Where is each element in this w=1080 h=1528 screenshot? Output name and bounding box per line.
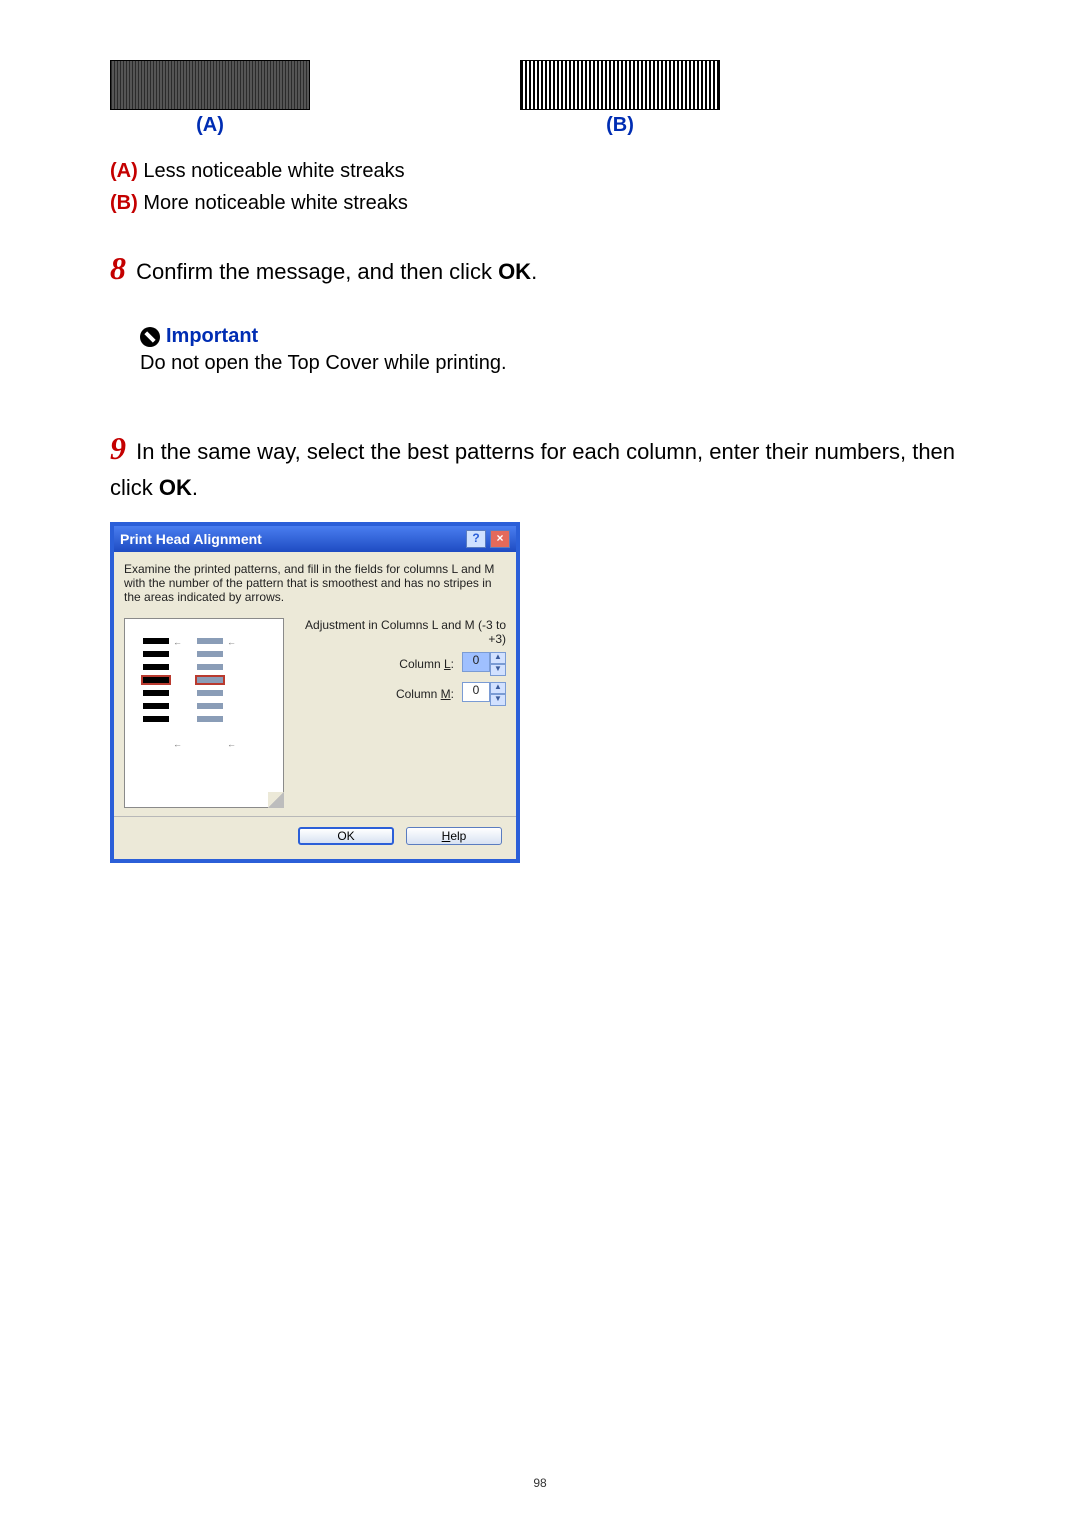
legend-b: (B) More noticeable white streaks bbox=[110, 187, 970, 219]
page-number: 98 bbox=[0, 1476, 1080, 1490]
column-l-spinner[interactable]: 0 ▲ ▼ bbox=[462, 652, 506, 676]
page-curl-icon bbox=[268, 792, 284, 808]
column-l-row: Column L: 0 ▲ ▼ bbox=[300, 652, 506, 676]
step-9-bold: OK bbox=[159, 475, 192, 500]
important-callout: Important Do not open the Top Cover whil… bbox=[140, 325, 970, 375]
pattern-a-label: (A) bbox=[196, 114, 224, 137]
column-m-spin-up[interactable]: ▲ bbox=[490, 682, 506, 694]
legend-b-text: More noticeable white streaks bbox=[138, 192, 408, 214]
dialog-body: Examine the printed patterns, and fill i… bbox=[114, 552, 516, 816]
pattern-b-image bbox=[520, 60, 720, 110]
print-head-alignment-dialog: Print Head Alignment ? × Examine the pri… bbox=[110, 522, 520, 863]
column-m-spinner[interactable]: 0 ▲ ▼ bbox=[462, 682, 506, 706]
pattern-a-image bbox=[110, 60, 310, 110]
arrow-icon: ← bbox=[173, 739, 182, 749]
dialog-help-icon[interactable]: ? bbox=[466, 530, 486, 548]
pattern-b-column: (B) bbox=[520, 60, 720, 137]
column-m-value[interactable]: 0 bbox=[462, 682, 490, 702]
step-8-bold: OK bbox=[498, 259, 531, 284]
legend-b-key: (B) bbox=[110, 192, 138, 214]
adjustment-range-label: Adjustment in Columns L and M (-3 to +3) bbox=[300, 618, 506, 646]
arrow-icon: ← bbox=[173, 637, 182, 647]
column-l-spin-up[interactable]: ▲ bbox=[490, 652, 506, 664]
dialog-footer: OK Help bbox=[114, 816, 516, 859]
arrow-icon: ← bbox=[227, 637, 236, 647]
legend-a-key: (A) bbox=[110, 160, 138, 182]
step-9-number: 9 bbox=[110, 430, 126, 466]
pattern-a-column: (A) bbox=[110, 60, 310, 137]
pattern-comparison: (A) (B) bbox=[110, 60, 970, 137]
step-9-text-post: . bbox=[192, 475, 198, 500]
column-l-spin-down[interactable]: ▼ bbox=[490, 664, 506, 676]
column-l-value[interactable]: 0 bbox=[462, 652, 490, 672]
dialog-instruction: Examine the printed patterns, and fill i… bbox=[124, 562, 506, 604]
step-8: 8 Confirm the message, and then click OK… bbox=[110, 245, 970, 291]
legend-a: (A) Less noticeable white streaks bbox=[110, 155, 970, 187]
important-heading-text: Important bbox=[166, 325, 258, 348]
arrow-icon: ← bbox=[227, 739, 236, 749]
pattern-b-label: (B) bbox=[606, 114, 634, 137]
step-9-text-pre: In the same way, select the best pattern… bbox=[110, 439, 955, 499]
document-page: (A) (B) (A) Less noticeable white streak… bbox=[0, 0, 1080, 1528]
column-m-row: Column M: 0 ▲ ▼ bbox=[300, 682, 506, 706]
prohibition-icon bbox=[140, 327, 160, 347]
dialog-title-text: Print Head Alignment bbox=[120, 531, 262, 547]
column-l-label: Column L: bbox=[399, 657, 454, 671]
important-body: Do not open the Top Cover while printing… bbox=[140, 352, 970, 375]
column-m-spin-down[interactable]: ▼ bbox=[490, 694, 506, 706]
step-9: 9 In the same way, select the best patte… bbox=[110, 425, 970, 503]
step-8-text-post: . bbox=[531, 259, 537, 284]
step-8-text-pre: Confirm the message, and then click bbox=[130, 259, 498, 284]
pattern-preview-pane: ← ← ← ← bbox=[124, 618, 284, 808]
adjustment-pane: Adjustment in Columns L and M (-3 to +3)… bbox=[300, 618, 506, 808]
dialog-titlebar: Print Head Alignment ? × bbox=[114, 526, 516, 552]
legend-a-text: Less noticeable white streaks bbox=[138, 160, 405, 182]
dialog-close-icon[interactable]: × bbox=[490, 530, 510, 548]
help-button[interactable]: Help bbox=[406, 827, 502, 845]
column-m-label: Column M: bbox=[396, 687, 454, 701]
important-heading: Important bbox=[140, 325, 970, 348]
step-8-number: 8 bbox=[110, 250, 126, 286]
ok-button[interactable]: OK bbox=[298, 827, 394, 845]
